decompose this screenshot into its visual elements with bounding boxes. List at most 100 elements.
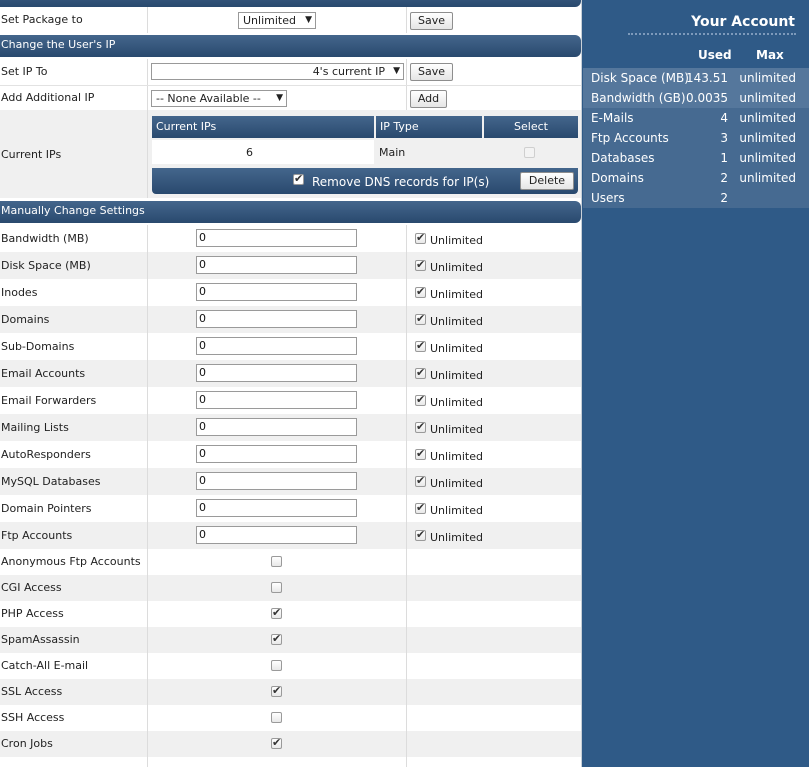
- unlimited-checkbox[interactable]: [415, 474, 426, 487]
- account-title: Your Account: [691, 14, 795, 30]
- toggle-label: SSH Access: [1, 711, 65, 724]
- set-ip-select[interactable]: 4's current IP ▼: [151, 63, 404, 80]
- remove-dns-checkbox[interactable]: [293, 172, 304, 185]
- account-row: Ftp Accounts 3 unlimited: [583, 128, 809, 148]
- unlimited-label: Unlimited: [430, 531, 483, 544]
- unlimited-checkbox[interactable]: [415, 447, 426, 460]
- current-ips-label: Current IPs: [1, 148, 62, 161]
- unlimited-label: Unlimited: [430, 477, 483, 490]
- setting-label: Domains: [1, 313, 50, 326]
- toggle-label: PHP Access: [1, 607, 64, 620]
- setting-label: Email Forwarders: [1, 394, 97, 407]
- column-divider: [147, 679, 148, 705]
- column-divider: [147, 306, 148, 333]
- setting-row: Disk Space (MB) 0 Unlimited: [0, 252, 581, 279]
- setting-value-input[interactable]: 0: [196, 229, 357, 247]
- column-divider: [147, 333, 148, 360]
- account-row-label: Domains: [591, 171, 644, 185]
- set-ip-save-button[interactable]: Save: [410, 63, 453, 81]
- column-divider: [147, 653, 148, 679]
- setting-value-input[interactable]: 0: [196, 391, 357, 409]
- column-divider: [147, 601, 148, 627]
- setting-row: Mailing Lists 0 Unlimited: [0, 414, 581, 441]
- add-ip-button[interactable]: Add: [410, 90, 447, 108]
- chevron-down-icon: ▼: [276, 93, 283, 103]
- column-divider: [406, 627, 407, 653]
- setting-label: Domain Pointers: [1, 502, 92, 515]
- toggle-row: CGI Access: [0, 575, 581, 601]
- setting-value-input[interactable]: 0: [196, 310, 357, 328]
- setting-value-input[interactable]: 0: [196, 472, 357, 490]
- toggle-checkbox[interactable]: [271, 632, 282, 645]
- unlimited-checkbox[interactable]: [415, 258, 426, 271]
- account-row-used: 143.51: [686, 71, 728, 85]
- column-divider: [147, 627, 148, 653]
- col-used-header: Used: [698, 48, 732, 62]
- column-divider: [406, 549, 407, 575]
- package-save-button[interactable]: Save: [410, 12, 453, 30]
- setting-value-input[interactable]: 0: [196, 418, 357, 436]
- toggle-label: Cron Jobs: [1, 737, 53, 750]
- setting-value-input[interactable]: 0: [196, 283, 357, 301]
- setting-value-input[interactable]: 0: [196, 364, 357, 382]
- toggle-checkbox[interactable]: [271, 712, 282, 723]
- delete-ip-button[interactable]: Delete: [520, 172, 574, 190]
- unlimited-checkbox[interactable]: [415, 339, 426, 352]
- ip-table-row: 6 Main: [152, 140, 578, 164]
- ip-table-footer: Remove DNS records for IP(s) Delete: [152, 168, 578, 194]
- setting-label: MySQL Databases: [1, 475, 101, 488]
- setting-value-input[interactable]: 0: [196, 337, 357, 355]
- toggle-checkbox[interactable]: [271, 684, 282, 697]
- unlimited-checkbox[interactable]: [415, 420, 426, 433]
- setting-row: Bandwidth (MB) 0 Unlimited: [0, 225, 581, 252]
- account-row-label: Users: [591, 191, 625, 205]
- column-divider: [406, 705, 407, 731]
- account-row-max: unlimited: [739, 91, 796, 105]
- account-row: Disk Space (MB) 143.51 unlimited: [583, 68, 809, 88]
- set-ip-select-value: 4's current IP: [312, 65, 385, 78]
- toggle-checkbox[interactable]: [271, 606, 282, 619]
- add-ip-select[interactable]: -- None Available -- ▼: [151, 90, 287, 107]
- column-divider: [406, 731, 407, 757]
- package-label: Set Package to: [1, 13, 83, 26]
- column-divider: [406, 522, 407, 549]
- setting-value-input[interactable]: 0: [196, 526, 357, 544]
- column-divider: [147, 252, 148, 279]
- unlimited-checkbox[interactable]: [415, 528, 426, 541]
- account-row: E-Mails 4 unlimited: [583, 108, 809, 128]
- toggle-row: SSH Access: [0, 705, 581, 731]
- column-divider: [147, 757, 148, 767]
- toggle-label: SpamAssassin: [1, 633, 80, 646]
- unlimited-checkbox[interactable]: [415, 312, 426, 325]
- account-row-label: Disk Space (MB): [591, 71, 689, 85]
- column-divider: [406, 757, 407, 767]
- setting-value-input[interactable]: 0: [196, 256, 357, 274]
- top-section-bar: [0, 0, 581, 7]
- remove-dns-label: Remove DNS records for IP(s): [312, 175, 490, 189]
- column-divider: [406, 495, 407, 522]
- setting-row: Domains 0 Unlimited: [0, 306, 581, 333]
- account-sidebar: Your Account Used Max Disk Space (MB) 143…: [581, 0, 809, 767]
- column-divider: [406, 653, 407, 679]
- ip-value: 6: [246, 146, 253, 159]
- unlimited-checkbox[interactable]: [415, 393, 426, 406]
- column-divider: [406, 279, 407, 306]
- ip-select-checkbox[interactable]: [524, 147, 535, 158]
- unlimited-checkbox[interactable]: [415, 231, 426, 244]
- unlimited-checkbox[interactable]: [415, 366, 426, 379]
- setting-value-input[interactable]: 0: [196, 445, 357, 463]
- toggle-checkbox[interactable]: [271, 736, 282, 749]
- package-select[interactable]: Unlimited ▼: [238, 12, 316, 29]
- ip-section-header: Change the User's IP: [0, 35, 581, 57]
- unlimited-checkbox[interactable]: [415, 501, 426, 514]
- toggle-checkbox[interactable]: [271, 556, 282, 567]
- setting-row: Email Accounts 0 Unlimited: [0, 360, 581, 387]
- setting-row: Inodes 0 Unlimited: [0, 279, 581, 306]
- column-divider: [406, 333, 407, 360]
- setting-value-input[interactable]: 0: [196, 499, 357, 517]
- toggle-checkbox[interactable]: [271, 660, 282, 671]
- ip-cell: 6: [152, 140, 374, 164]
- unlimited-label: Unlimited: [430, 234, 483, 247]
- unlimited-checkbox[interactable]: [415, 285, 426, 298]
- toggle-checkbox[interactable]: [271, 582, 282, 593]
